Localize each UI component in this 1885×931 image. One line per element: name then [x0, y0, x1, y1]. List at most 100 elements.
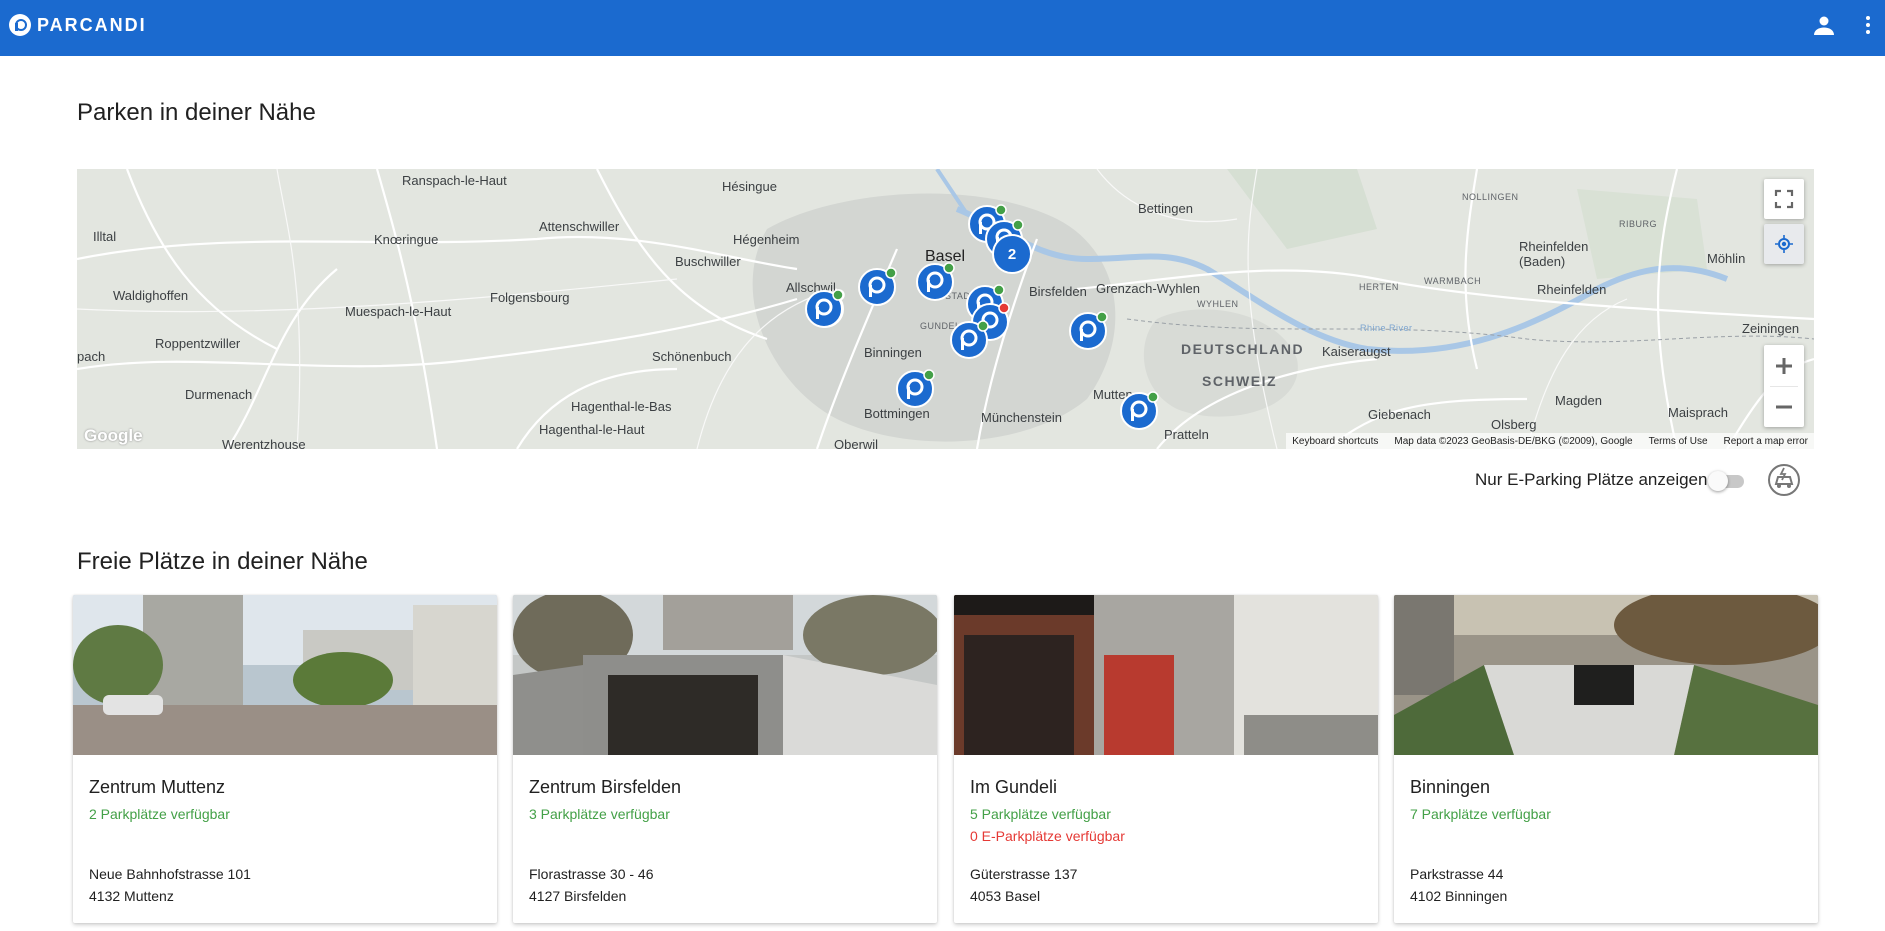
- map-label: Maisprach: [1668, 405, 1728, 420]
- map-label: Hégenheim: [733, 232, 800, 247]
- map-data-credit: Map data ©2023 GeoBasis-DE/BKG (©2009), …: [1394, 435, 1633, 447]
- map-label: Buschwiller: [675, 254, 741, 269]
- parking-photo: [513, 595, 937, 755]
- map-label: Hésingue: [722, 179, 777, 194]
- map-background: [77, 169, 1814, 449]
- map-label: Muespach-le-Haut: [345, 304, 452, 319]
- map-label: Oberwil: [834, 437, 879, 449]
- parking-cluster[interactable]: 2: [992, 234, 1032, 274]
- map-label: Ranspach-le-Haut: [402, 173, 507, 188]
- ev-station-icon: [1768, 464, 1800, 496]
- map-label: Möhlin: [1707, 251, 1746, 266]
- parking-card[interactable]: Binningen 7 Parkplätze verfügbar Parkstr…: [1394, 595, 1818, 923]
- card-title: Binningen: [1410, 777, 1491, 797]
- google-logo: Google: [84, 426, 143, 445]
- map-label: Grenzach-Wyhlen: [1096, 281, 1200, 296]
- parking-photo: [1394, 595, 1818, 755]
- availability-text: 2 Parkplätze verfügbar: [89, 806, 230, 822]
- city-address: 4127 Birsfelden: [529, 888, 627, 904]
- parking-card[interactable]: Zentrum Birsfelden 3 Parkplätze verfügba…: [513, 595, 937, 923]
- parking-map[interactable]: Ranspach-le-Haut Hésingue Attenschwiller…: [77, 169, 1814, 449]
- parking-pin-icon[interactable]: [915, 262, 955, 302]
- terms-link[interactable]: Terms of Use: [1649, 436, 1708, 447]
- zoom-controls: [1764, 345, 1804, 427]
- map-label: Rheinfelden: [1537, 282, 1607, 297]
- toggle-thumb: [1708, 471, 1728, 491]
- map-label: WARMBACH: [1424, 276, 1482, 286]
- city-address: 4053 Basel: [970, 888, 1041, 904]
- map-attribution: Keyboard shortcuts Map data ©2023 GeoBas…: [1286, 433, 1814, 449]
- brand-name: PARCANDI: [37, 14, 147, 35]
- map-label: NOLLINGEN: [1462, 192, 1519, 202]
- street-address: Florastrasse 30 - 46: [529, 866, 654, 882]
- map-label: Giebenach: [1368, 407, 1431, 422]
- e-availability-text: 0 E-Parkplätze verfügbar: [970, 828, 1125, 844]
- city-address: 4102 Binningen: [1410, 888, 1508, 904]
- map-label: Bettingen: [1138, 201, 1193, 216]
- parcandi-logo[interactable]: PARCANDI: [9, 14, 147, 36]
- map-label: Waldighoffen: [113, 288, 189, 303]
- more-vert-icon[interactable]: [1862, 13, 1874, 37]
- zoom-out-button[interactable]: [1764, 387, 1804, 427]
- keyboard-shortcuts-link[interactable]: Keyboard shortcuts: [1292, 436, 1378, 447]
- map-label: Attenschwiller: [539, 219, 620, 234]
- availability-text: 3 Parkplätze verfügbar: [529, 806, 670, 822]
- map-label: Rheinfelden (Baden): [1519, 239, 1589, 269]
- map-label: Knœringue: [374, 232, 439, 247]
- map-label: Olsberg: [1491, 417, 1537, 432]
- map-label: DEUTSCHLAND: [1181, 341, 1305, 357]
- map-label: Binningen: [864, 345, 922, 360]
- free-spaces-heading: Freie Plätze in deiner Nähe: [77, 548, 368, 575]
- map-label: Durmenach: [185, 387, 253, 402]
- map-label: Illtal: [93, 229, 117, 244]
- parking-pin-icon[interactable]: [895, 369, 935, 409]
- app-bar: PARCANDI: [0, 0, 1885, 56]
- plus-icon: [1776, 357, 1792, 374]
- parking-photo: [73, 595, 497, 755]
- map-label: WYHLEN: [1197, 299, 1239, 309]
- parking-pin-icon[interactable]: [857, 267, 897, 307]
- map-label: Kaiseraugst: [1322, 344, 1391, 359]
- parking-photo: [954, 595, 1378, 755]
- city-address: 4132 Muttenz: [89, 888, 174, 904]
- my-location-button[interactable]: [1764, 224, 1804, 264]
- map-label: Schönenbuch: [652, 349, 732, 364]
- map-label: Hagenthal-le-Haut: [539, 422, 645, 437]
- minus-icon: [1776, 405, 1792, 408]
- street-address: Neue Bahnhofstrasse 101: [89, 866, 251, 882]
- map-label: Münchenstein: [981, 410, 1062, 425]
- fullscreen-icon: [1774, 189, 1794, 209]
- parking-card[interactable]: Im Gundeli 5 Parkplätze verfügbar 0 E-Pa…: [954, 595, 1378, 923]
- parking-card[interactable]: Zentrum Muttenz 2 Parkplätze verfügbar N…: [73, 595, 497, 923]
- map-label: SCHWEIZ: [1202, 373, 1278, 389]
- card-title: Zentrum Muttenz: [89, 777, 226, 797]
- cluster-count: 2: [1007, 245, 1017, 263]
- eparking-toggle[interactable]: [1708, 471, 1746, 491]
- card-title: Zentrum Birsfelden: [529, 777, 682, 797]
- map-label: pach: [77, 349, 106, 364]
- fullscreen-button[interactable]: [1764, 179, 1804, 219]
- street-address: Parkstrasse 44: [1410, 866, 1504, 882]
- map-label: Pratteln: [1164, 427, 1209, 442]
- card-title: Im Gundeli: [970, 777, 1058, 797]
- map-label: Zeiningen: [1742, 321, 1800, 336]
- parking-pin-icon[interactable]: [1068, 311, 1108, 351]
- zoom-in-button[interactable]: [1764, 346, 1804, 386]
- my-location-icon: [1775, 235, 1793, 253]
- availability-text: 5 Parkplätze verfügbar: [970, 806, 1111, 822]
- parking-pin-icon[interactable]: [1119, 391, 1159, 431]
- map-label: Magden: [1555, 393, 1602, 408]
- parking-pin-icon[interactable]: [949, 320, 989, 360]
- map-label: RIBURG: [1619, 219, 1658, 229]
- map-label: Rhine River: [1360, 323, 1413, 333]
- report-error-link[interactable]: Report a map error: [1724, 436, 1808, 447]
- eparking-filter-label: Nur E-Parking Plätze anzeigen: [1475, 470, 1708, 489]
- parking-pin-icon[interactable]: [804, 289, 844, 329]
- map-label: Birsfelden: [1029, 284, 1087, 299]
- nearby-parking-heading: Parken in deiner Nähe: [77, 99, 316, 126]
- map-label: Werentzhouse: [222, 437, 306, 449]
- street-address: Güterstrasse 137: [970, 866, 1078, 882]
- person-icon[interactable]: [1812, 13, 1836, 37]
- map-label: Hagenthal-le-Bas: [571, 399, 672, 414]
- map-label: Folgensbourg: [490, 290, 570, 305]
